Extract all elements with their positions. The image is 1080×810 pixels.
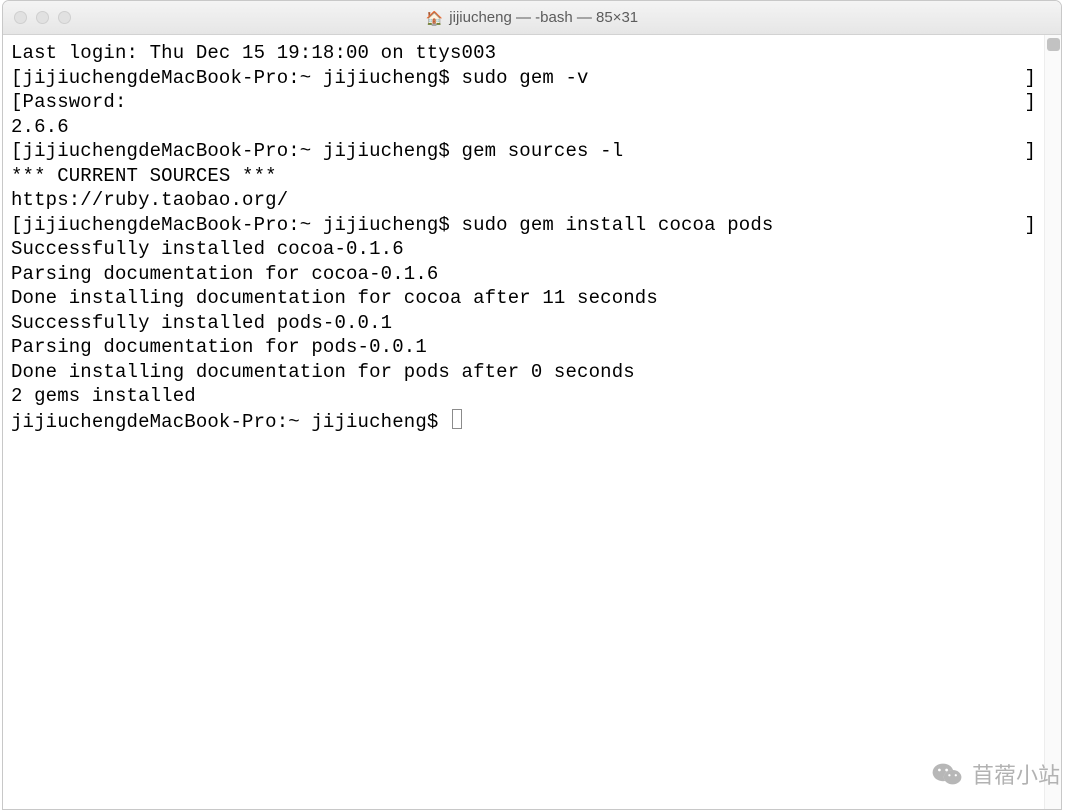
- close-window-button[interactable]: [14, 11, 27, 24]
- terminal-line: [jijiuchengdeMacBook-Pro:~ jijiucheng$ g…: [11, 139, 1036, 164]
- content-row: Last login: Thu Dec 15 19:18:00 on ttys0…: [3, 35, 1061, 809]
- terminal-line-bracket: ]: [1024, 139, 1036, 164]
- terminal-line: Parsing documentation for cocoa-0.1.6: [11, 262, 1036, 287]
- terminal-line: Successfully installed cocoa-0.1.6: [11, 237, 1036, 262]
- minimize-window-button[interactable]: [36, 11, 49, 24]
- home-icon: 🏠: [426, 11, 443, 25]
- terminal-line-text: Parsing documentation for cocoa-0.1.6: [11, 262, 438, 287]
- terminal-window: 🏠 jijiucheng — -bash — 85×31 Last login:…: [2, 0, 1062, 810]
- terminal-line: Done installing documentation for pods a…: [11, 360, 1036, 385]
- terminal-line-text: Last login: Thu Dec 15 19:18:00 on ttys0…: [11, 41, 496, 66]
- terminal-line: *** CURRENT SOURCES ***: [11, 164, 1036, 189]
- terminal-line-text: *** CURRENT SOURCES ***: [11, 164, 277, 189]
- terminal-line: 2.6.6: [11, 115, 1036, 140]
- terminal-line-bracket: ]: [1024, 90, 1036, 115]
- terminal-line: [jijiuchengdeMacBook-Pro:~ jijiucheng$ s…: [11, 213, 1036, 238]
- window-title-text: jijiucheng — -bash — 85×31: [449, 9, 638, 26]
- terminal-line-text: 2 gems installed: [11, 384, 196, 409]
- terminal-line-text: Successfully installed cocoa-0.1.6: [11, 237, 404, 262]
- terminal-current-prompt[interactable]: jijiuchengdeMacBook-Pro:~ jijiucheng$: [11, 409, 1036, 435]
- terminal-line: [Password:]: [11, 90, 1036, 115]
- terminal-line-text: [Password:: [11, 90, 127, 115]
- window-title: 🏠 jijiucheng — -bash — 85×31: [3, 9, 1061, 26]
- terminal-line-text: 2.6.6: [11, 115, 69, 140]
- terminal-line-text: Done installing documentation for pods a…: [11, 360, 635, 385]
- scrollbar[interactable]: [1044, 35, 1061, 809]
- terminal-line: Last login: Thu Dec 15 19:18:00 on ttys0…: [11, 41, 1036, 66]
- titlebar[interactable]: 🏠 jijiucheng — -bash — 85×31: [3, 1, 1061, 35]
- traffic-lights: [3, 11, 71, 24]
- terminal-line-text: [jijiuchengdeMacBook-Pro:~ jijiucheng$ g…: [11, 139, 623, 164]
- terminal-line-text: https://ruby.taobao.org/: [11, 188, 288, 213]
- terminal-line: Done installing documentation for cocoa …: [11, 286, 1036, 311]
- terminal-line-text: [jijiuchengdeMacBook-Pro:~ jijiucheng$ s…: [11, 66, 589, 91]
- scrollbar-thumb[interactable]: [1047, 38, 1060, 51]
- terminal-line-bracket: ]: [1024, 213, 1036, 238]
- terminal-line-text: [jijiuchengdeMacBook-Pro:~ jijiucheng$ s…: [11, 213, 773, 238]
- terminal-line: 2 gems installed: [11, 384, 1036, 409]
- terminal-line: https://ruby.taobao.org/: [11, 188, 1036, 213]
- zoom-window-button[interactable]: [58, 11, 71, 24]
- terminal-line-bracket: ]: [1024, 66, 1036, 91]
- watermark: 苜蓿小站: [932, 758, 1060, 790]
- terminal-line: Successfully installed pods-0.0.1: [11, 311, 1036, 336]
- watermark-text: 苜蓿小站: [972, 758, 1060, 790]
- wechat-icon: [932, 762, 962, 786]
- terminal-prompt-text: jijiuchengdeMacBook-Pro:~ jijiucheng$: [11, 409, 462, 435]
- terminal-cursor: [452, 409, 462, 429]
- terminal-line-text: Done installing documentation for cocoa …: [11, 286, 658, 311]
- terminal-line-text: Parsing documentation for pods-0.0.1: [11, 335, 427, 360]
- terminal-line: [jijiuchengdeMacBook-Pro:~ jijiucheng$ s…: [11, 66, 1036, 91]
- terminal-line-text: Successfully installed pods-0.0.1: [11, 311, 392, 336]
- terminal-line: Parsing documentation for pods-0.0.1: [11, 335, 1036, 360]
- terminal-body[interactable]: Last login: Thu Dec 15 19:18:00 on ttys0…: [3, 35, 1044, 809]
